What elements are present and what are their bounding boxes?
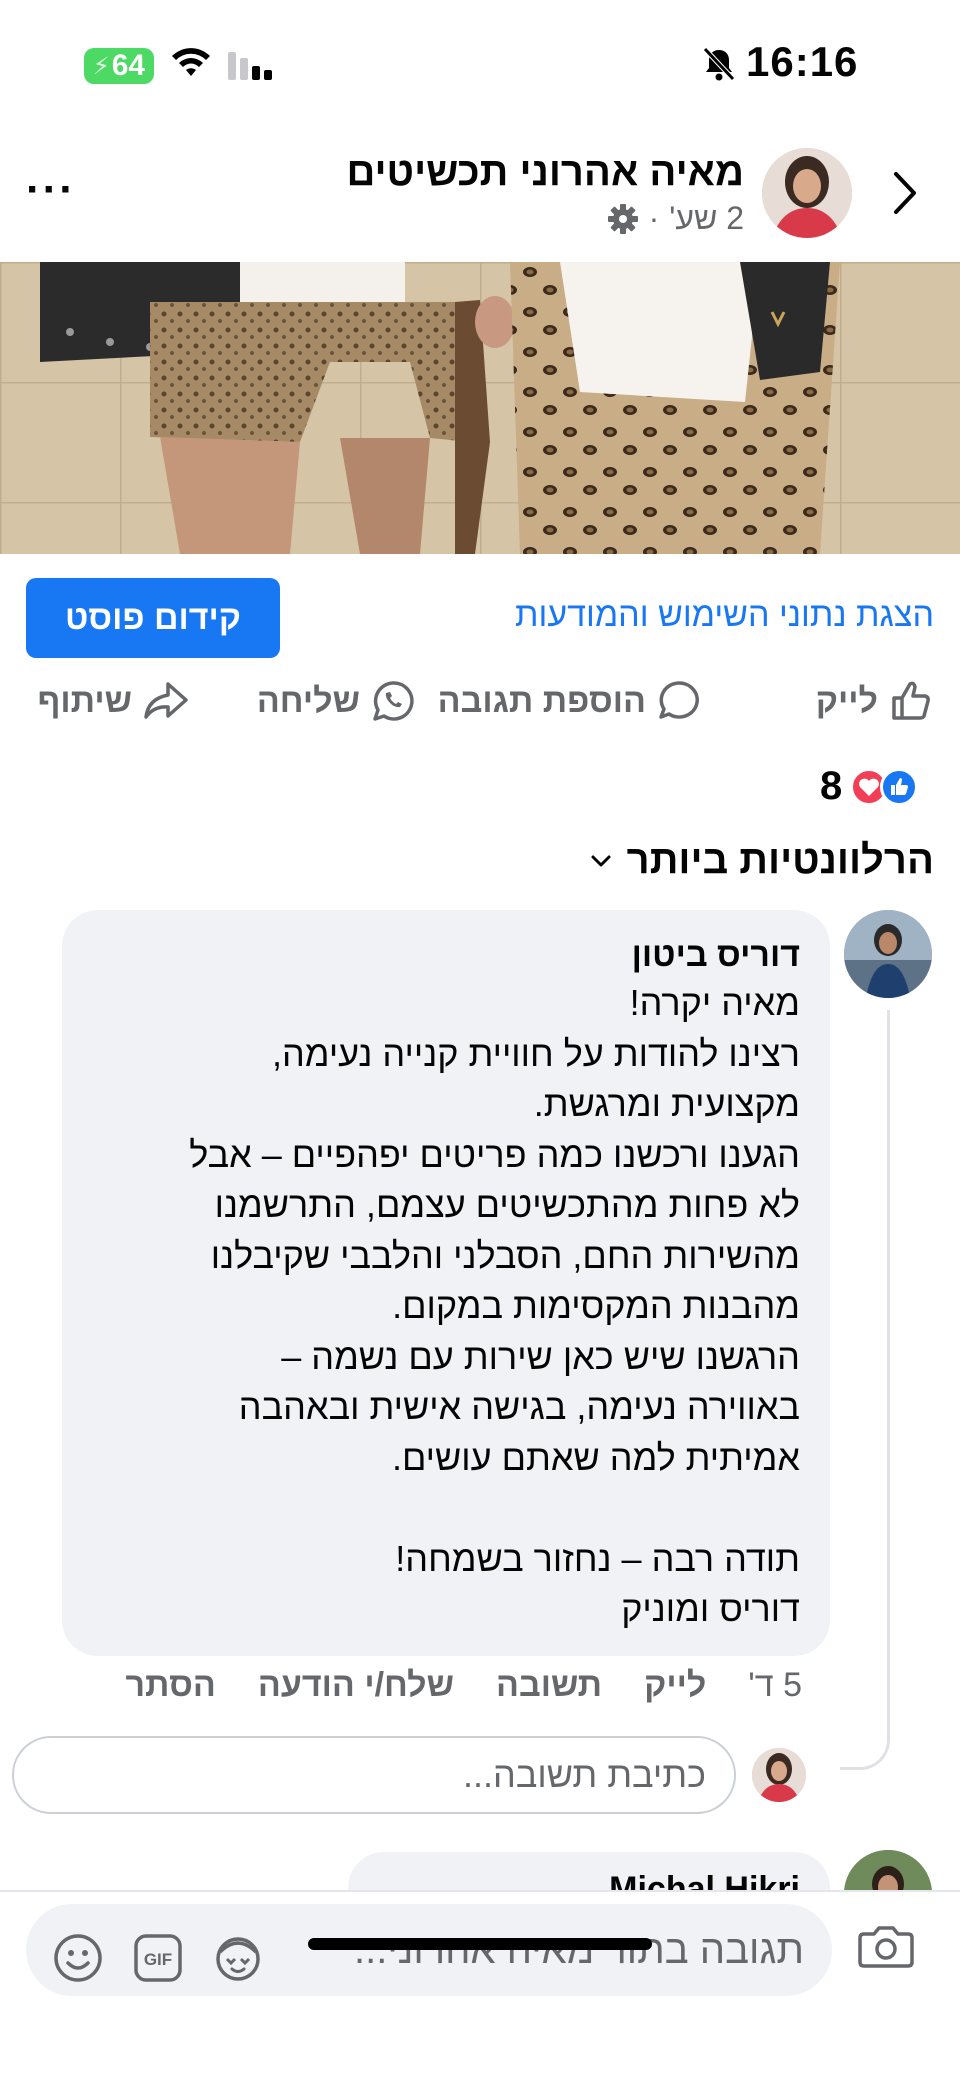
share-button[interactable]: שיתוף [37, 678, 190, 724]
camera-icon[interactable] [858, 1922, 914, 1970]
comment-label: הוספת תגובה [437, 681, 646, 720]
composer-input[interactable]: תגובה בתור מאיה אהרוני... GIF [26, 1904, 832, 1996]
send-label: שליחה [256, 681, 360, 720]
home-indicator [308, 1938, 652, 1950]
clock: 16:16 [746, 38, 859, 85]
chevron-down-icon [591, 855, 611, 866]
hide-comment-button[interactable]: הסתר [125, 1666, 215, 1705]
like-button[interactable]: לייק [816, 678, 934, 724]
post-action-bar: לייק הוספת תגובה שליחה שיתוף [0, 668, 960, 734]
avatar-sticker-icon[interactable] [212, 1932, 264, 1984]
comment-bubble[interactable]: דוריס ביטון מאיה יקרה! רצינו להודות על ח… [62, 910, 830, 1656]
send-whatsapp-button[interactable]: שליחה [257, 678, 416, 724]
meta-separator: · [648, 200, 660, 236]
reply-input[interactable]: כתיבת תשובה... [12, 1736, 736, 1814]
back-chevron-icon[interactable] [890, 168, 920, 218]
post-time: 2 שע' [669, 200, 744, 236]
svg-text:GIF: GIF [144, 1950, 172, 1969]
share-label: שיתוף [37, 681, 132, 720]
comment-text: מאיה יקרה! רצינו להודות על חוויית קנייה … [189, 982, 800, 1629]
comment-actions: 5 ד' לייק תשובה שלח/י הודעה הסתר [125, 1666, 802, 1705]
wifi-icon [172, 48, 210, 76]
page-avatar[interactable] [762, 148, 852, 238]
battery-indicator: ⚡ 64 [84, 48, 154, 84]
comment-author[interactable]: דוריס ביטון [92, 932, 800, 978]
post-meta: 2 שע' · [607, 200, 744, 237]
comment-time: 5 ד' [748, 1666, 802, 1704]
reply-placeholder: כתיבת תשובה... [463, 1754, 706, 1795]
whatsapp-icon [373, 681, 414, 721]
like-label: לייק [815, 681, 878, 720]
boost-post-button[interactable]: קידום פוסט [26, 578, 280, 658]
reactions-summary[interactable]: 8 [820, 764, 919, 809]
charging-icon: ⚡ [92, 52, 110, 80]
cellular-signal-icon [228, 52, 272, 80]
comment-composer: תגובה בתור מאיה אהרוני... GIF [0, 1890, 960, 2080]
share-arrow-icon [144, 682, 188, 719]
sort-label: הרלוונטיות ביותר [626, 838, 934, 882]
status-bar: ⚡ 64 16:16 [0, 0, 960, 130]
battery-level: 64 [111, 49, 146, 82]
comment-bubble-icon [659, 681, 699, 719]
comment-sort-dropdown[interactable]: הרלוונטיות ביותר [589, 838, 934, 883]
comment-button[interactable]: הוספת תגובה [438, 678, 702, 724]
comment-reply-button[interactable]: תשובה [496, 1666, 602, 1705]
settings-gear-icon[interactable] [607, 203, 639, 235]
gif-icon[interactable]: GIF [132, 1932, 184, 1984]
page-name[interactable]: מאיה אהרוני תכשיטים [346, 150, 744, 195]
emoji-icon[interactable] [52, 1932, 104, 1984]
more-options-button[interactable]: ··· [26, 168, 76, 212]
view-insights-link[interactable]: הצגת נתוני השימוש והמודעות [515, 596, 934, 635]
post-photo[interactable] [0, 262, 960, 554]
commenter-avatar[interactable] [844, 910, 932, 998]
comment-like-button[interactable]: לייק [644, 1666, 706, 1705]
send-message-button[interactable]: שלח/י הודעה [258, 1666, 454, 1705]
post-header: ··· מאיה אהרוני תכשיטים 2 שע' · [0, 130, 960, 262]
reaction-count: 8 [820, 764, 843, 808]
thread-connector-line [840, 1010, 890, 1770]
silent-bell-icon [703, 47, 735, 81]
composer-placeholder: תגובה בתור מאיה אהרוני... [354, 1928, 804, 1972]
thumbs-up-icon [892, 681, 930, 720]
like-reaction-icon [880, 767, 919, 806]
reply-author-avatar [752, 1748, 806, 1802]
